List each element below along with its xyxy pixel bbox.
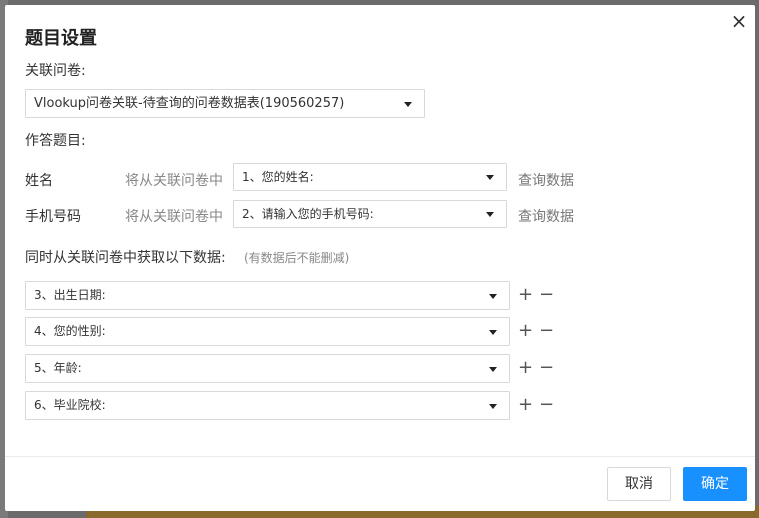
fetch-item-selected: 5、年龄: (34, 361, 82, 375)
confirm-button[interactable]: 确定 (683, 467, 747, 501)
fetch-item-select[interactable]: 6、毕业院校: (25, 391, 510, 420)
field-name-selected: 1、您的姓名: (242, 170, 314, 184)
fetch-item-selected: 4、您的性别: (34, 324, 106, 338)
remove-item-icon[interactable]: − (539, 359, 554, 377)
dialog-title: 题目设置 (25, 28, 97, 49)
chevron-down-icon (486, 212, 494, 217)
chevron-down-icon (489, 330, 497, 335)
chevron-down-icon (486, 175, 494, 180)
fetch-item-selected: 3、出生日期: (34, 288, 106, 302)
chevron-down-icon (489, 404, 497, 409)
question-settings-dialog: 题目设置 × 关联问卷: Vlookup问卷关联-待查询的问卷数据表(19056… (5, 5, 755, 511)
field-name-select[interactable]: 1、您的姓名: (233, 163, 507, 191)
fetch-item-select[interactable]: 4、您的性别: (25, 317, 510, 346)
fetch-item-select[interactable]: 3、出生日期: (25, 281, 510, 310)
fetch-item-selected: 6、毕业院校: (34, 398, 106, 412)
field-phone-selected: 2、请输入您的手机号码: (242, 207, 374, 221)
chevron-down-icon (489, 367, 497, 372)
chevron-down-icon (489, 294, 497, 299)
query-data-link-phone[interactable]: 查询数据 (518, 206, 574, 226)
close-icon[interactable]: × (730, 11, 748, 31)
answer-questions-label: 作答题目: (25, 133, 86, 149)
fetch-note: (有数据后不能删减) (244, 251, 350, 265)
field-name-label: 姓名 (25, 173, 53, 189)
field-name-hint: 将从关联问卷中 (125, 173, 223, 189)
field-phone-label: 手机号码 (25, 209, 81, 225)
remove-item-icon[interactable]: − (539, 396, 554, 414)
cancel-button[interactable]: 取消 (607, 467, 671, 501)
field-phone-hint: 将从关联问卷中 (125, 209, 223, 225)
add-item-icon[interactable]: + (518, 396, 533, 414)
linked-survey-label: 关联问卷: (25, 63, 86, 79)
linked-survey-select[interactable]: Vlookup问卷关联-待查询的问卷数据表(190560257) (25, 89, 425, 118)
fetch-label: 同时从关联问卷中获取以下数据: (25, 250, 226, 266)
footer-divider (5, 456, 755, 457)
fetch-item-select[interactable]: 5、年龄: (25, 354, 510, 383)
add-item-icon[interactable]: + (518, 286, 533, 304)
linked-survey-value: Vlookup问卷关联-待查询的问卷数据表(190560257) (34, 96, 345, 111)
remove-item-icon[interactable]: − (539, 286, 554, 304)
remove-item-icon[interactable]: − (539, 322, 554, 340)
query-data-link-name[interactable]: 查询数据 (518, 170, 574, 190)
field-phone-select[interactable]: 2、请输入您的手机号码: (233, 200, 507, 228)
add-item-icon[interactable]: + (518, 359, 533, 377)
add-item-icon[interactable]: + (518, 322, 533, 340)
chevron-down-icon (404, 102, 412, 107)
